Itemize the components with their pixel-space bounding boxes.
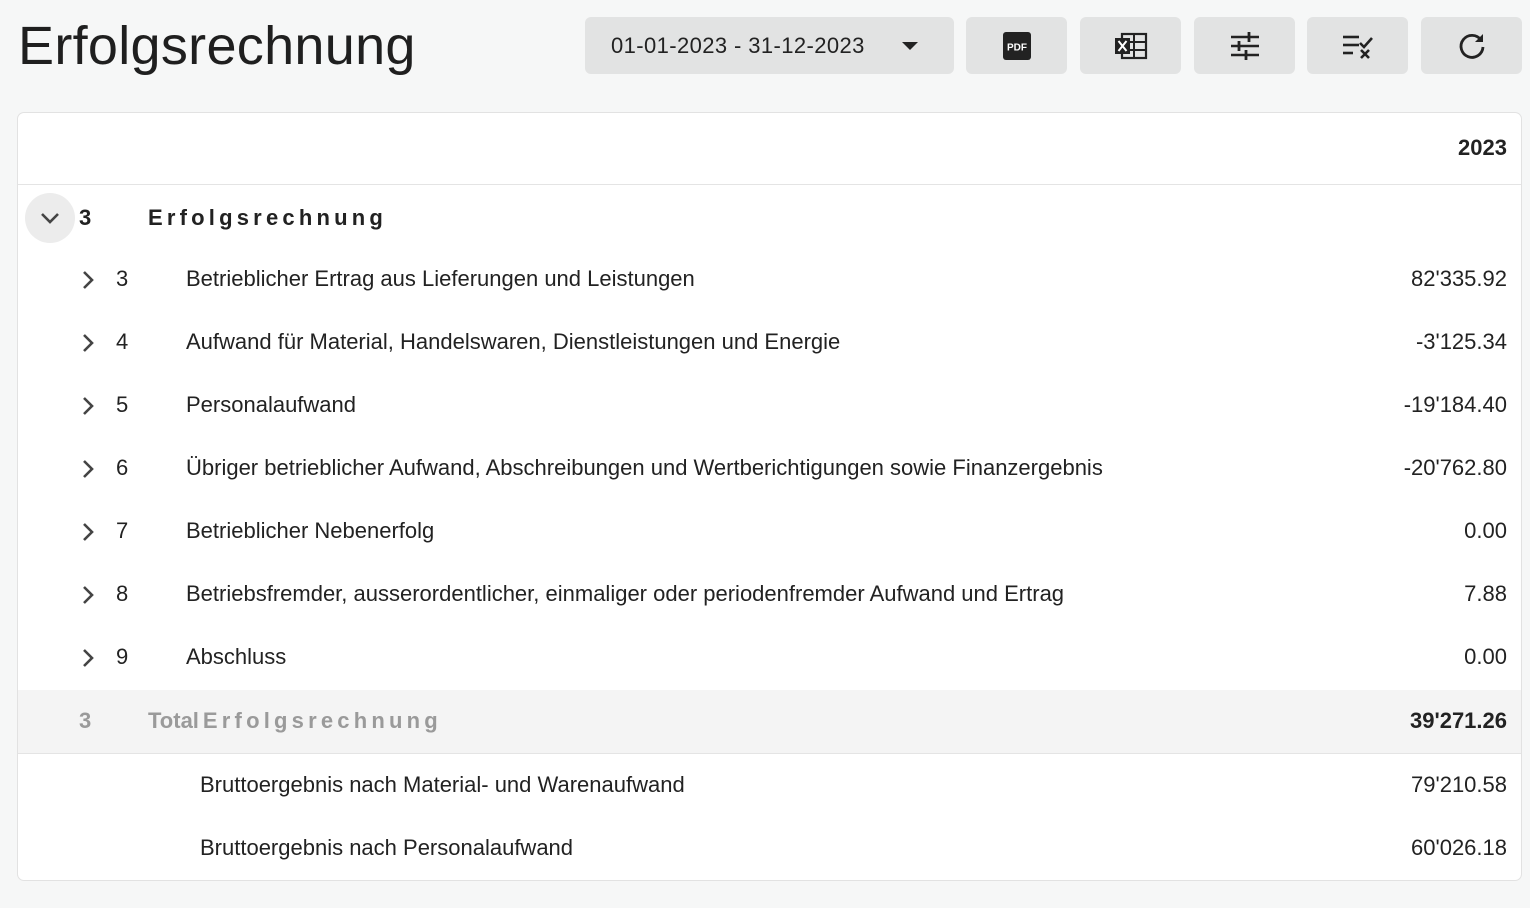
row-label: Personalaufwand <box>186 392 357 417</box>
row-number: 9 <box>116 644 129 669</box>
total-number: 3 <box>79 708 92 733</box>
total-prefix: Total <box>148 708 199 733</box>
row-value: -19'184.40 <box>1403 392 1507 417</box>
summary-row: Bruttoergebnis nach Personalaufwand 60'0… <box>18 817 1521 880</box>
caret-down-icon <box>902 42 918 50</box>
row-number: 5 <box>116 392 129 417</box>
row-label: Übriger betrieblicher Aufwand, Abschreib… <box>186 455 1103 480</box>
table-row[interactable]: 6 Übriger betrieblicher Aufwand, Abschre… <box>18 437 1521 500</box>
chevron-right-icon[interactable] <box>78 268 98 292</box>
collapse-button[interactable] <box>25 193 75 243</box>
row-value: 82'335.92 <box>1411 266 1507 291</box>
summary-label: Bruttoergebnis nach Personalaufwand <box>200 835 574 860</box>
excel-export-button[interactable] <box>1080 17 1181 74</box>
group-number: 3 <box>79 205 92 230</box>
pdf-export-button[interactable]: PDF <box>966 17 1067 74</box>
total-row: 3 Total Erfolgsrechnung 39'271.26 <box>18 690 1521 754</box>
row-value: 7.88 <box>1464 581 1507 606</box>
chevron-right-icon[interactable] <box>78 646 98 670</box>
date-range-text: 01-01-2023 - 31-12-2023 <box>611 32 865 58</box>
group-row[interactable]: 3 Erfolgsrechnung <box>18 185 1521 248</box>
row-label: Aufwand für Material, Handelswaren, Dien… <box>186 329 841 354</box>
row-number: 3 <box>116 266 129 291</box>
pdf-icon: PDF <box>1002 31 1031 60</box>
table-row[interactable]: 7 Betrieblicher Nebenerfolg 0.00 <box>18 500 1521 563</box>
table-header: 2023 <box>18 113 1521 185</box>
checklist-icon <box>1342 35 1373 59</box>
chevron-right-icon[interactable] <box>78 457 98 481</box>
total-group-label: Erfolgsrechnung <box>202 708 442 733</box>
row-value: 0.00 <box>1464 644 1507 669</box>
svg-text:PDF: PDF <box>1007 42 1027 53</box>
group-label: Erfolgsrechnung <box>148 205 388 230</box>
row-label: Betriebsfremder, ausserordentlicher, ein… <box>186 581 1065 606</box>
table-row[interactable]: 5 Personalaufwand -19'184.40 <box>18 374 1521 437</box>
row-value: -3'125.34 <box>1415 329 1507 354</box>
summary-value: 60'026.18 <box>1411 835 1507 860</box>
row-label: Betrieblicher Nebenerfolg <box>186 518 435 543</box>
row-label: Abschluss <box>186 644 287 669</box>
date-range-dropdown[interactable]: 01-01-2023 - 31-12-2023 <box>585 17 954 74</box>
table-row[interactable]: 4 Aufwand für Material, Handelswaren, Di… <box>18 311 1521 374</box>
summary-value: 79'210.58 <box>1411 772 1507 797</box>
report-table: 2023 3 Erfolgsrechnung 3 Betrieblicher E… <box>17 112 1522 881</box>
total-value: 39'271.26 <box>1410 708 1507 733</box>
row-number: 4 <box>116 329 129 354</box>
table-row[interactable]: 3 Betrieblicher Ertrag aus Lieferungen u… <box>18 248 1521 311</box>
row-number: 6 <box>116 455 129 480</box>
refresh-icon <box>1459 33 1484 59</box>
total-label: Total Erfolgsrechnung <box>148 708 442 734</box>
row-value: -20'762.80 <box>1403 455 1507 480</box>
table-row[interactable]: 8 Betriebsfremder, ausserordentlicher, e… <box>18 563 1521 626</box>
chevron-right-icon[interactable] <box>78 583 98 607</box>
summary-row: Bruttoergebnis nach Material- und Warena… <box>18 754 1521 817</box>
row-label: Betrieblicher Ertrag aus Lieferungen und… <box>186 266 695 291</box>
sliders-icon <box>1230 31 1259 60</box>
settings-button[interactable] <box>1194 17 1295 74</box>
select-columns-button[interactable] <box>1307 17 1408 74</box>
table-row[interactable]: 9 Abschluss 0.00 <box>18 626 1521 689</box>
chevron-right-icon[interactable] <box>78 331 98 355</box>
excel-icon <box>1114 32 1147 59</box>
year-column-header: 2023 <box>1458 135 1507 160</box>
chevron-down-icon <box>41 213 59 224</box>
summary-label: Bruttoergebnis nach Material- und Warena… <box>200 772 685 797</box>
row-number: 8 <box>116 581 129 606</box>
chevron-right-icon[interactable] <box>78 520 98 544</box>
refresh-button[interactable] <box>1421 17 1522 74</box>
row-value: 0.00 <box>1464 518 1507 543</box>
row-number: 7 <box>116 518 129 543</box>
chevron-right-icon[interactable] <box>78 394 98 418</box>
page-title: Erfolgsrechnung <box>18 16 416 76</box>
